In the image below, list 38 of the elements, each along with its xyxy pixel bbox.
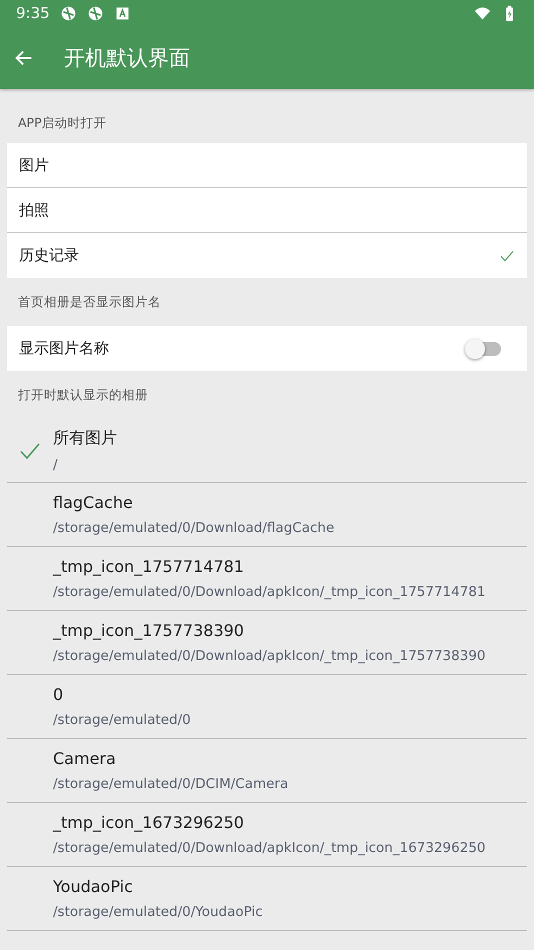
album-path: /	[53, 457, 59, 473]
album-path: /storage/emulated/0	[53, 712, 191, 728]
album-name: 所有图片	[53, 428, 117, 449]
option-item[interactable]: 历史记录	[7, 233, 527, 278]
album-path: /storage/emulated/0/YoudaoPic	[53, 904, 263, 920]
setting-label: 显示图片名称	[19, 339, 110, 358]
section-header: APP启动时打开	[17, 114, 108, 132]
album-path: /storage/emulated/0/Download/flagCache	[53, 520, 334, 536]
album-name: Camera	[53, 749, 117, 768]
toggle-switch[interactable]	[467, 338, 503, 358]
album-item[interactable]: flagCache /storage/emulated/0/Download/flagCache	[7, 483, 527, 547]
album-item[interactable]: YoudaoPic /storage/emulated/0/YoudaoPic	[7, 867, 527, 931]
section-header: 首页相册是否显示图片名	[17, 292, 162, 310]
album-name: _tmp_icon_1757738390	[53, 621, 245, 640]
screen-title: 开机默认界面	[64, 44, 190, 72]
album-path: /storage/emulated/0/Download/apkIcon/_tmp_icon_1673296250	[53, 840, 486, 856]
album-path: /storage/emulated/0/Download/apkIcon/_tmp_icon_1757714781	[53, 584, 486, 600]
album-path: /storage/emulated/0/DCIM/Camera	[53, 776, 288, 792]
option-item[interactable]: 拍照	[7, 188, 527, 233]
album-item[interactable]: 所有图片 /	[7, 419, 527, 483]
album-name: 0	[53, 685, 64, 704]
album-name: _tmp_icon_1673296250	[53, 813, 245, 832]
album-path: /storage/emulated/0/Download/apkIcon/_tmp_icon_1757738390	[53, 648, 486, 664]
album-item[interactable]: _tmp_icon_1673296250 /storage/emulated/0/Download/apkIcon/_tmp_icon_1673296250	[7, 803, 527, 867]
album-item[interactable]: _tmp_icon_1757714781 /storage/emulated/0/Download/apkIcon/_tmp_icon_1757714781	[7, 547, 527, 611]
option-item[interactable]: 图片	[7, 143, 527, 188]
album-item[interactable]: Camera /storage/emulated/0/DCIM/Camera	[7, 739, 527, 803]
album-item[interactable]: _tmp_icon_1757738390 /storage/emulated/0/Download/apkIcon/_tmp_icon_1757738390	[7, 611, 527, 675]
album-name: _tmp_icon_1757714781	[53, 557, 245, 576]
wifi-icon	[474, 4, 491, 22]
status-time: 9:35	[16, 4, 50, 22]
album-name: flagCache	[53, 493, 134, 512]
keyboard-notification-icon	[114, 4, 131, 22]
section-header: 打开时默认显示的相册	[17, 386, 149, 404]
album-name: YoudaoPic	[53, 877, 134, 896]
album-item[interactable]: 0 /storage/emulated/0	[7, 675, 527, 739]
app-notification-icon	[86, 4, 104, 22]
app-notification-icon	[60, 4, 77, 22]
